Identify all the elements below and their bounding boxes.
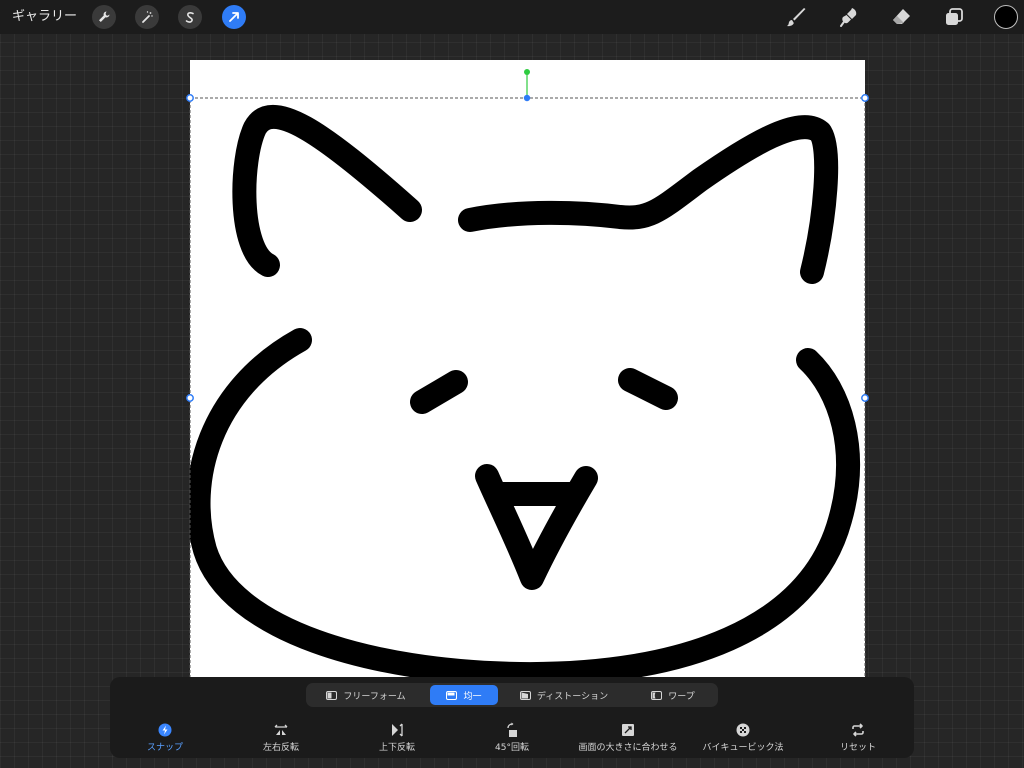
bicubic-interpolation-button[interactable]: バイキュービック法 [683,722,803,756]
flip-horizontal-button[interactable]: 左右反転 [221,722,341,756]
face-outline-stroke [190,328,860,677]
rotation-handle[interactable] [524,69,530,75]
reset-icon [852,723,864,737]
rotate-45-icon [507,722,517,737]
transform-panel: フリーフォーム 均一 ディストーション ワープ スナップ 左右反転 上下反転 4… [110,677,914,758]
mode-freeform[interactable]: フリーフォーム [308,685,424,705]
flip-vertical-button[interactable]: 上下反転 [337,722,457,756]
magic-wand-icon [142,11,153,23]
layers-icon [946,8,963,25]
bicubic-icon [736,723,750,737]
forehead-stroke [458,115,839,284]
mode-distort[interactable]: ディストーション [504,685,624,705]
wrench-icon [99,11,110,22]
reset-button[interactable]: リセット [798,722,918,756]
corner-handle-top-right[interactable] [861,94,869,102]
uniform-icon [446,690,458,700]
corner-handle-top-left[interactable] [186,94,194,102]
rotate-45-button[interactable]: 45°回転 [452,722,572,756]
smudge-button[interactable] [836,4,862,30]
eraser-icon [893,9,910,24]
transform-button[interactable] [222,5,246,29]
transform-arrow-icon [229,12,239,22]
brush-icon [787,8,806,27]
layers-button[interactable] [941,4,967,30]
cat-face-drawing [190,104,860,677]
gallery-button[interactable]: ギャラリー [12,0,77,34]
actions-wrench-button[interactable] [92,5,116,29]
eraser-button[interactable] [888,4,914,30]
left-ear-stroke [232,104,422,277]
edge-handle-top[interactable] [523,94,531,102]
drawing-canvas[interactable] [190,60,865,677]
adjustments-wand-button[interactable] [135,5,159,29]
color-swatch-button[interactable] [994,5,1018,29]
selection-button[interactable] [178,5,202,29]
smudge-icon [840,8,857,27]
distort-icon [519,690,531,700]
edge-handle-left[interactable] [186,394,194,402]
snap-icon [158,723,172,737]
fit-to-screen-icon [622,724,634,736]
edge-handle-right[interactable] [861,394,869,402]
snap-button[interactable]: スナップ [105,722,225,756]
warp-icon [651,690,663,700]
mode-warp[interactable]: ワープ [630,685,716,705]
flip-horizontal-icon [274,724,288,735]
top-toolbar: ギャラリー [0,0,1024,34]
right-eye-stroke [618,368,678,410]
mode-uniform[interactable]: 均一 [430,685,498,705]
left-eye-stroke [410,370,468,414]
flip-vertical-icon [392,723,403,737]
transform-mode-selector: フリーフォーム 均一 ディストーション ワープ [306,683,718,707]
freeform-icon [326,690,338,700]
fit-to-screen-button[interactable]: 画面の大きさに合わせる [568,722,688,756]
brush-button[interactable] [783,4,809,30]
selection-s-icon [185,12,194,23]
